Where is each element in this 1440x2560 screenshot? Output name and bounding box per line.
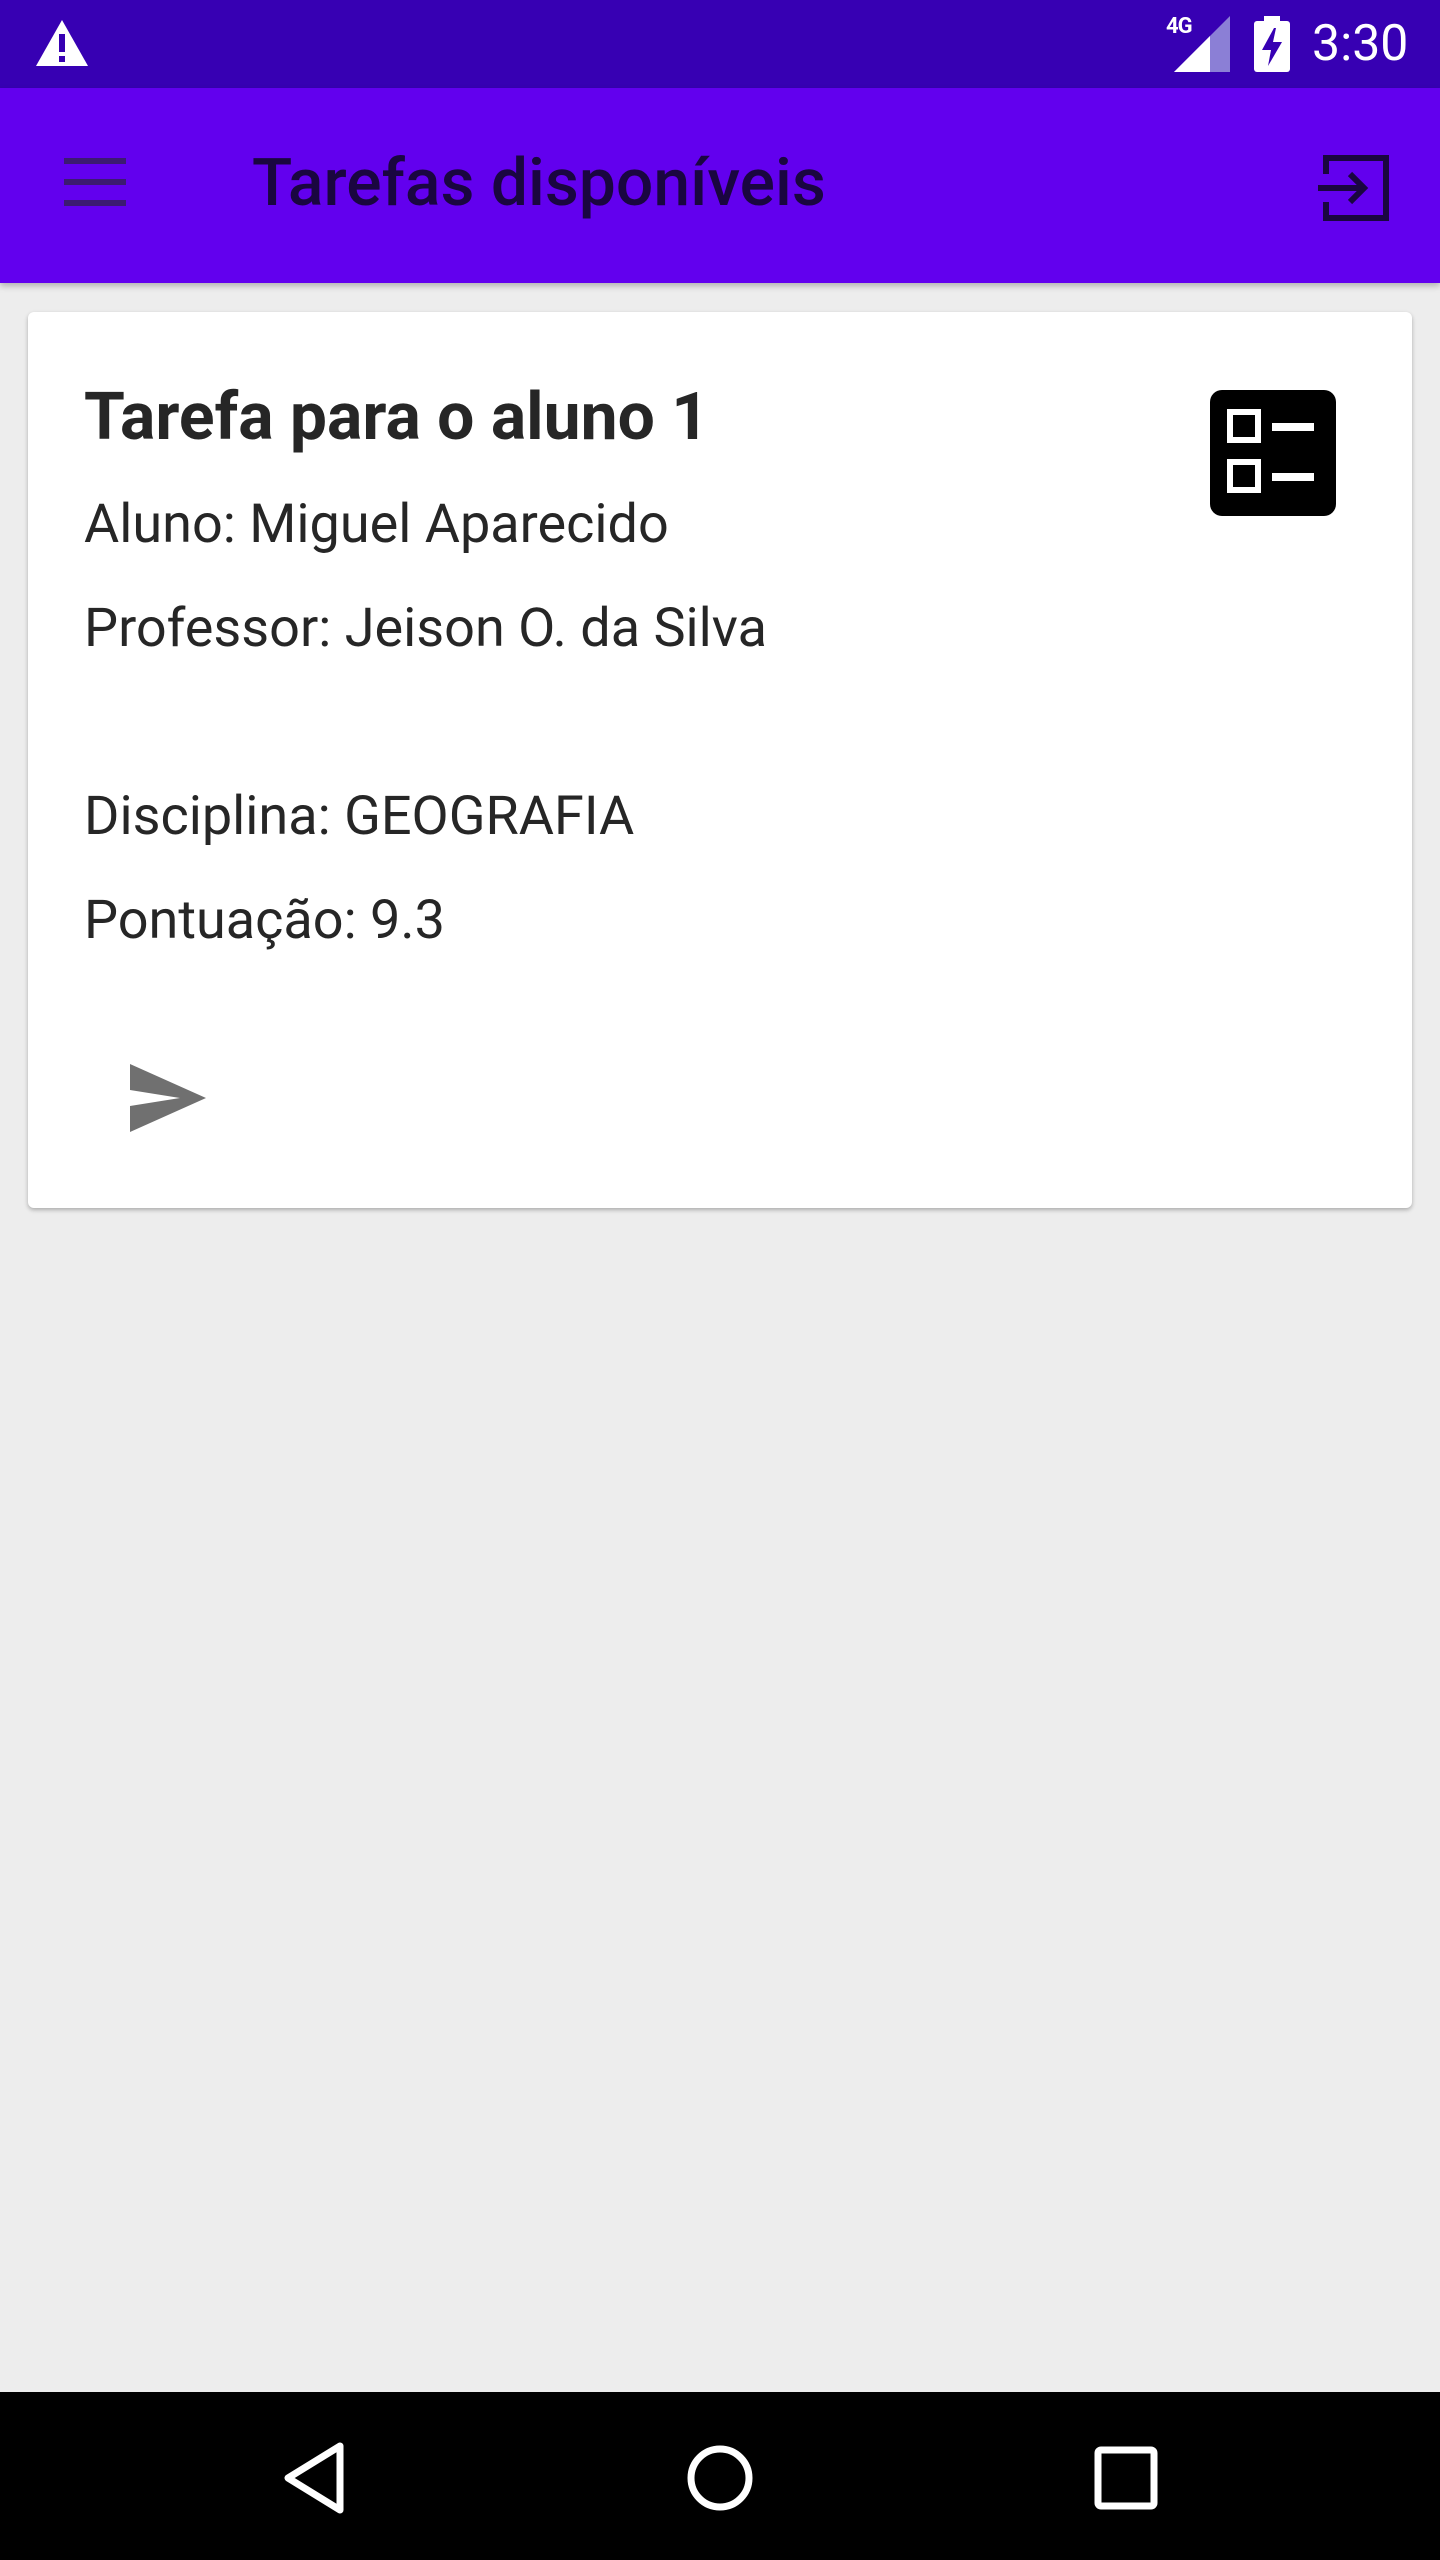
logout-icon[interactable] — [1316, 148, 1396, 228]
task-title: Tarefa para o aluno 1 — [84, 379, 710, 456]
send-icon[interactable] — [120, 1050, 216, 1146]
subject: Disciplina: GEOGRAFIA — [84, 785, 635, 848]
task-card[interactable]: Tarefa para o aluno 1 Aluno: Miguel Apar… — [28, 312, 1412, 1208]
app-bar: Tarefas disponíveis — [0, 88, 1440, 283]
warning-icon — [36, 20, 88, 66]
clock: 3:30 — [1312, 15, 1409, 73]
teacher-name: Professor: Jeison O. da Silva — [84, 597, 767, 660]
battery-charging-icon — [1254, 16, 1290, 72]
checklist-icon — [1210, 390, 1336, 516]
score: Pontuação: 9.3 — [84, 889, 445, 952]
home-icon[interactable] — [678, 2436, 762, 2520]
menu-icon[interactable] — [58, 150, 138, 214]
network-type-label: 4G — [1166, 14, 1193, 39]
recents-icon[interactable] — [1084, 2436, 1168, 2520]
page-title: Tarefas disponíveis — [252, 145, 826, 222]
student-name: Aluno: Miguel Aparecido — [84, 493, 669, 556]
status-bar: 4G 3:30 — [0, 0, 1440, 88]
navigation-bar — [0, 2392, 1440, 2560]
back-icon[interactable] — [274, 2436, 358, 2520]
